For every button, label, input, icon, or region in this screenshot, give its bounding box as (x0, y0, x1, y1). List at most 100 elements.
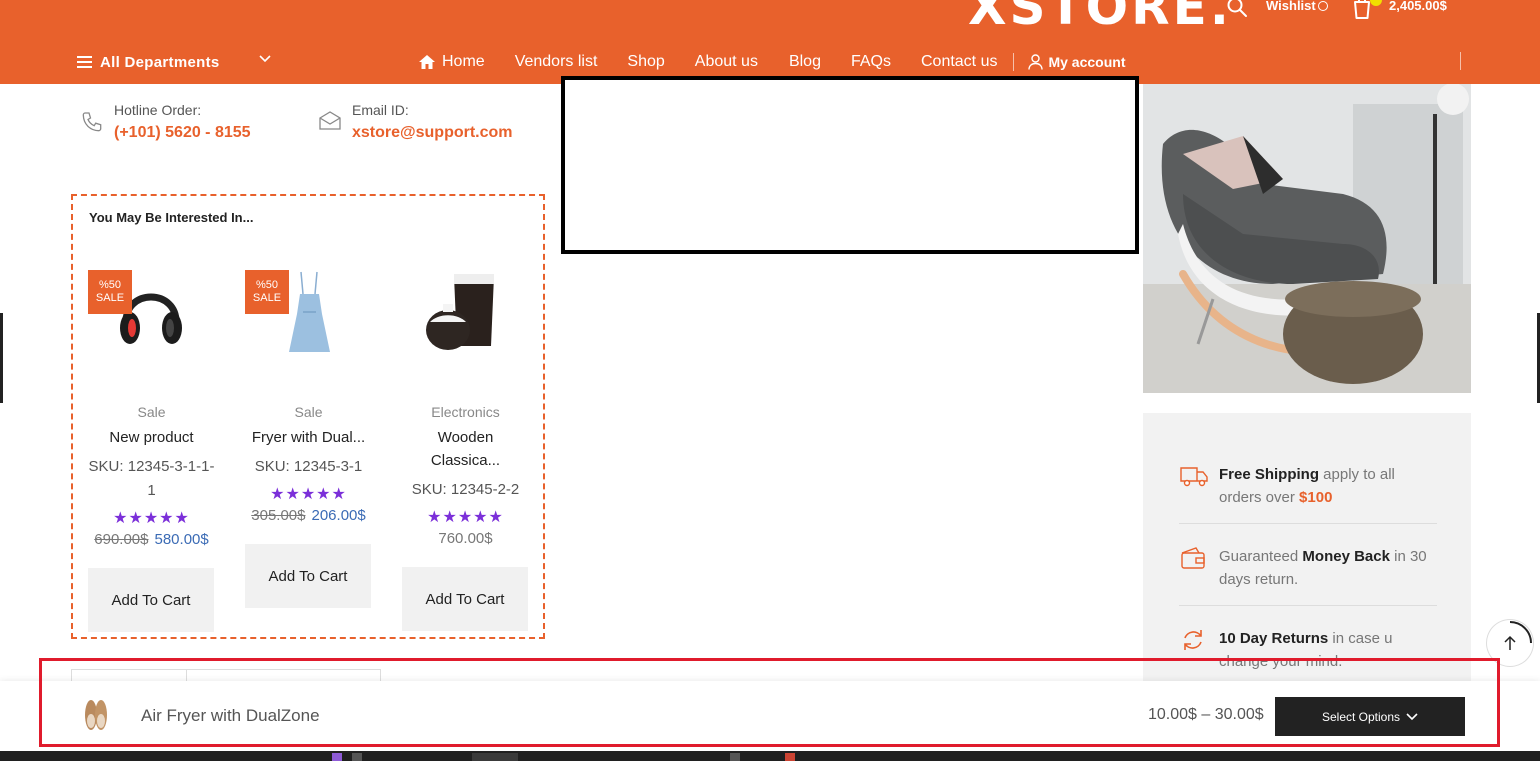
product-sku: SKU: 12345-3-1-1-1 (88, 458, 215, 499)
chevron-down-icon[interactable] (259, 54, 271, 64)
feature-shipping-amount: $100 (1299, 489, 1333, 506)
os-taskbar (0, 751, 1540, 761)
sale-price: 206.00$ (311, 507, 366, 524)
main-nav: Home Vendors list Shop About us Blog FAQ… (418, 51, 1125, 73)
nav-about-us[interactable]: About us (695, 53, 758, 71)
feature-money-back: Guaranteed Money Back in 30 days return. (1179, 545, 1439, 591)
old-price: 305.00$ (251, 507, 306, 524)
sale-badge: %50 SALE (88, 270, 132, 314)
product-sku: SKU: 12345-2-2 (411, 481, 520, 498)
hotline-block: Hotline Order: (+101) 5620 - 8155 (80, 100, 251, 146)
product-category[interactable]: Sale (88, 404, 215, 420)
all-departments-button[interactable]: All Departments (77, 53, 220, 71)
product-card: Electronics Wooden Classica... SKU: 1234… (402, 266, 529, 631)
feature-free-shipping: Free Shipping apply to all orders over $… (1179, 463, 1439, 509)
truck-icon (1180, 467, 1208, 487)
site-header: XSTORE. Wishlist 2,405.00$ All Departmen… (0, 0, 1540, 84)
rating-stars: ★★★★★ (270, 486, 347, 503)
email-label: Email ID: (352, 102, 409, 118)
feature-shipping-title: Free Shipping (1219, 466, 1320, 483)
product-category[interactable]: Sale (245, 404, 372, 420)
related-products-title: You May Be Interested In... (89, 210, 254, 225)
my-account-label: My account (1048, 54, 1126, 70)
wishlist-link[interactable]: Wishlist (1266, 0, 1328, 13)
product-card: %50 SALE Sale New product SKU: 12345-3-1… (88, 266, 215, 632)
nav-shop[interactable]: Shop (627, 53, 664, 71)
refresh-icon (1184, 630, 1202, 650)
product-image-dress[interactable]: %50 SALE (245, 266, 372, 366)
product-price: 690.00$ 580.00$ (88, 529, 215, 551)
wallet-icon (1181, 547, 1205, 569)
old-price: 690.00$ (94, 531, 149, 548)
divider (1179, 523, 1437, 524)
sticky-product-thumbnail (85, 700, 107, 730)
feature-money-pre: Guaranteed (1219, 548, 1303, 565)
nav-blog[interactable]: Blog (789, 53, 821, 71)
nav-contact-us[interactable]: Contact us (921, 53, 997, 71)
empty-content-box (561, 76, 1139, 254)
product-image-vases[interactable] (402, 266, 529, 366)
feature-returns: 10 Day Returns in case u change your min… (1179, 627, 1439, 673)
product-name[interactable]: New product (88, 426, 215, 449)
my-account-link[interactable]: My account (1028, 54, 1125, 70)
envelope-icon (319, 111, 341, 130)
product-category[interactable]: Electronics (402, 404, 529, 420)
search-icon[interactable] (1226, 0, 1248, 18)
taskbar-app-icon[interactable] (730, 753, 740, 761)
hotline-number[interactable]: (+101) 5620 - 8155 (114, 120, 251, 146)
chevron-down-icon (1406, 712, 1418, 720)
taskbar-app-icon[interactable] (785, 753, 795, 761)
left-edge-bar (0, 313, 3, 403)
add-to-cart-button[interactable]: Add To Cart (245, 544, 371, 608)
product-card: %50 SALE Sale Fryer with Dual... SKU: 12… (245, 266, 372, 608)
related-products-box: You May Be Interested In... %50 SALE Sal… (71, 194, 545, 639)
email-address[interactable]: xstore@support.com (352, 120, 513, 146)
nav-home-label: Home (442, 53, 485, 70)
product-image-headphones[interactable]: %50 SALE (88, 266, 215, 366)
rating-stars: ★★★★★ (113, 510, 190, 527)
info-icon (1317, 1, 1328, 11)
back-to-top-button[interactable] (1487, 620, 1533, 666)
sticky-product-bar: Air Fryer with DualZone 10.00$ – 30.00$ … (0, 681, 1540, 751)
email-block: Email ID: xstore@support.com (318, 100, 513, 146)
hotline-label: Hotline Order: (114, 102, 202, 118)
user-icon (1028, 54, 1044, 70)
phone-icon (82, 112, 102, 132)
nav-divider (1013, 53, 1015, 71)
sale-price: 580.00$ (154, 531, 209, 548)
promo-chair-image[interactable] (1143, 84, 1471, 393)
sticky-product-name: Air Fryer with DualZone (141, 706, 320, 725)
store-logo[interactable]: XSTORE. (968, 0, 1232, 36)
taskbar-app-icon[interactable] (332, 753, 342, 761)
regular-price: 760.00$ (438, 530, 493, 547)
sale-badge: %50 SALE (245, 270, 289, 314)
select-options-label: Select Options (1321, 709, 1401, 724)
cart-total[interactable]: 2,405.00$ (1389, 0, 1447, 13)
rating-stars: ★★★★★ (427, 509, 504, 526)
feature-returns-title: 10 Day Returns (1219, 630, 1329, 647)
store-features-panel: Free Shipping apply to all orders over $… (1143, 413, 1471, 713)
nav-home[interactable]: Home (418, 53, 485, 71)
product-price: 760.00$ (402, 528, 529, 550)
product-name[interactable]: Fryer with Dual... (245, 426, 372, 449)
home-icon (419, 55, 435, 69)
taskbar-active-app[interactable] (472, 753, 518, 761)
taskbar-app-icon[interactable] (352, 753, 362, 761)
product-name[interactable]: Wooden Classica... (402, 426, 529, 472)
all-departments-label: All Departments (100, 53, 220, 71)
product-price: 305.00$ 206.00$ (245, 505, 372, 527)
divider (1179, 605, 1437, 606)
product-sku: SKU: 12345-3-1 (254, 458, 363, 475)
add-to-cart-button[interactable]: Add To Cart (402, 567, 528, 631)
menu-icon (77, 56, 92, 68)
scroll-progress-ring (1509, 621, 1532, 644)
nav-faqs[interactable]: FAQs (851, 53, 891, 71)
feature-money-title: Money Back (1302, 548, 1390, 565)
nav-vendors-list[interactable]: Vendors list (515, 53, 598, 71)
select-options-button[interactable]: Select Options (1275, 697, 1465, 736)
sticky-price-range: 10.00$ – 30.00$ (1148, 706, 1264, 723)
wishlist-label: Wishlist (1266, 0, 1316, 13)
header-divider (1460, 52, 1461, 70)
add-to-cart-button[interactable]: Add To Cart (88, 568, 214, 632)
page: XSTORE. Wishlist 2,405.00$ All Departmen… (0, 0, 1540, 761)
